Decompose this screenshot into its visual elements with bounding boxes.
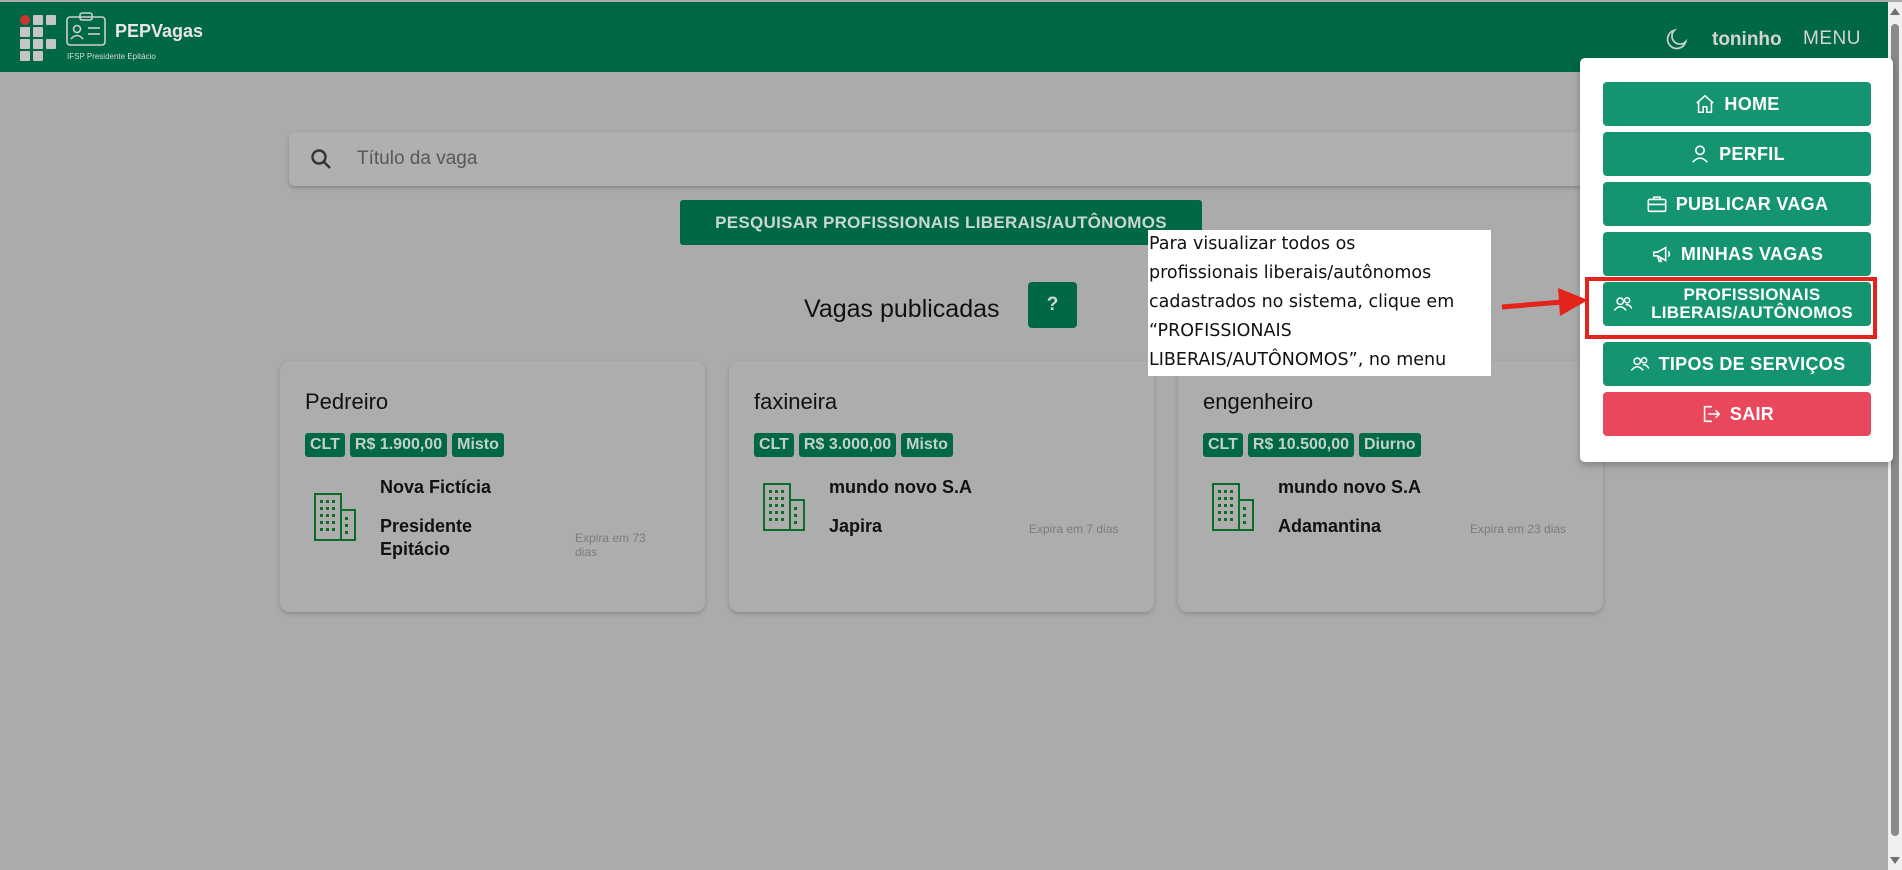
job-title: faxineira	[754, 389, 838, 414]
job-title: engenheiro	[1203, 389, 1314, 414]
search-input[interactable]	[357, 132, 1597, 186]
salary-badge: R$ 10.500,00	[1247, 433, 1354, 457]
people-icon	[1630, 357, 1649, 371]
expiration-text: Expira em 73 dias	[575, 531, 646, 559]
expiration-text: Expira em 23 dias	[1470, 522, 1567, 536]
job-card[interactable]: faxineira CLT R$ 3.000,00 Misto mundo no…	[729, 361, 1154, 612]
menu-toggle[interactable]: MENU	[1803, 28, 1861, 50]
help-button[interactable]: ?	[1028, 282, 1077, 328]
moon-icon[interactable]	[1664, 26, 1690, 52]
menu-item-label: TIPOS DE SERVIÇOS	[1658, 353, 1846, 374]
megaphone-icon	[1652, 246, 1670, 263]
expiration-text: Expira em 7 dias	[1029, 522, 1119, 536]
salary-badge: R$ 1.900,00	[349, 433, 448, 457]
building-icon	[314, 493, 356, 541]
search-professionals-button[interactable]: PESQUISAR PROFISSIONAIS LIBERAIS/AUTÔNOM…	[680, 200, 1202, 245]
username[interactable]: toninho	[1712, 29, 1782, 51]
menu-item-label: SAIR	[1729, 403, 1775, 424]
menu-item-label: PERFIL	[1719, 143, 1785, 164]
dropdown-menu: HOME PERFIL PUBLICAR VAGA MINHAS VAGAS P…	[1580, 58, 1893, 462]
menu-item-minhas-vagas[interactable]: MINHAS VAGAS	[1603, 232, 1871, 276]
job-city: Adamantina	[1278, 516, 1382, 536]
ifsp-logo	[20, 15, 56, 61]
contract-badge: CLT	[1203, 433, 1243, 457]
job-card[interactable]: engenheiro CLT R$ 10.500,00 Diurno mundo…	[1178, 361, 1603, 612]
company-name: mundo novo S.A	[829, 477, 972, 497]
brand-title[interactable]: PEPVagas	[115, 21, 203, 42]
contract-badge: CLT	[305, 433, 345, 457]
brand-subtitle: IFSP Presidente Epitácio	[67, 52, 156, 61]
menu-item-publicar-vaga[interactable]: PUBLICAR VAGA	[1603, 182, 1871, 226]
job-city: Japira	[829, 516, 883, 536]
company-name: Nova Fictícia	[380, 477, 492, 497]
menu-item-tipos-de-servicos[interactable]: TIPOS DE SERVIÇOS	[1603, 342, 1871, 386]
menu-item-label: PUBLICAR VAGA	[1675, 193, 1829, 214]
menu-item-label: MINHAS VAGAS	[1680, 243, 1824, 264]
person-icon	[1692, 145, 1709, 163]
shift-badge: Misto	[901, 433, 953, 457]
section-title: Vagas publicadas	[804, 295, 1000, 323]
house-icon	[1696, 94, 1715, 114]
menu-item-label: HOME	[1724, 93, 1780, 114]
arrow-icon	[1501, 288, 1588, 316]
job-tags: CLT R$ 1.900,00 Misto	[305, 433, 504, 457]
job-tags: CLT R$ 10.500,00 Diurno	[1203, 433, 1421, 457]
search-bar	[289, 132, 1619, 186]
building-icon	[763, 483, 805, 531]
contract-badge: CLT	[754, 433, 794, 457]
menu-item-sair[interactable]: SAIR	[1603, 392, 1871, 436]
job-card[interactable]: Pedreiro CLT R$ 1.900,00 Misto Nova Fict…	[280, 361, 705, 612]
job-title: Pedreiro	[305, 389, 389, 414]
job-tags: CLT R$ 3.000,00 Misto	[754, 433, 953, 457]
search-icon	[311, 149, 331, 169]
building-icon	[1212, 483, 1254, 531]
company-name: mundo novo S.A	[1278, 477, 1421, 497]
salary-badge: R$ 3.000,00	[798, 433, 897, 457]
shift-badge: Diurno	[1359, 433, 1421, 457]
tutorial-annotation: Para visualizar todos os profissionais l…	[1148, 230, 1491, 376]
menu-item-home[interactable]: HOME	[1603, 82, 1871, 126]
menu-item-perfil[interactable]: PERFIL	[1603, 132, 1871, 176]
scroll-up-arrow[interactable]	[1890, 8, 1900, 15]
scroll-down-arrow[interactable]	[1890, 857, 1900, 864]
briefcase-icon	[1647, 196, 1667, 213]
highlight-box	[1585, 277, 1877, 339]
id-card-icon	[66, 12, 106, 46]
shift-badge: Misto	[452, 433, 504, 457]
job-city: Presidente Epitácio	[380, 516, 473, 559]
logout-icon	[1703, 405, 1721, 423]
